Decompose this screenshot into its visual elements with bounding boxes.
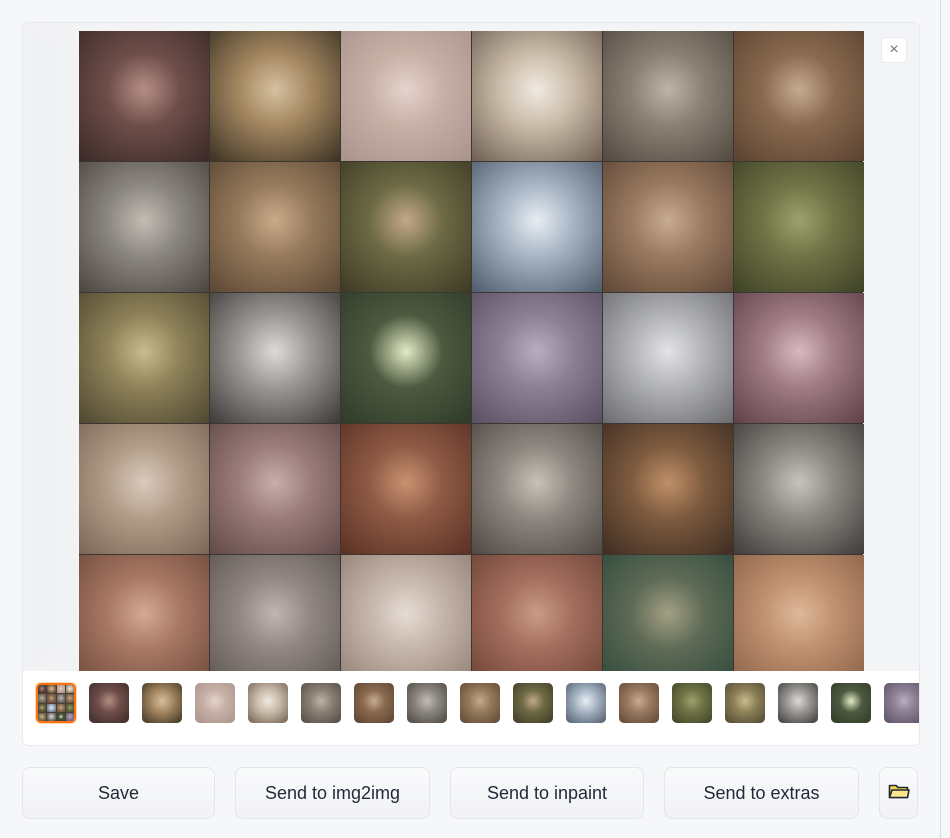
- thumbnail-grid-selected[interactable]: [36, 683, 76, 723]
- thumbnail-mini-tile: [65, 703, 74, 712]
- thumbnail-mini-tile: [47, 694, 56, 703]
- preview-tile: [472, 293, 602, 423]
- thumbnail[interactable]: [672, 683, 712, 723]
- preview-tile: [472, 31, 602, 161]
- thumbnail[interactable]: [725, 683, 765, 723]
- preview-tile: [734, 293, 864, 423]
- thumbnail[interactable]: [884, 683, 919, 723]
- preview-tile: [734, 31, 864, 161]
- save-button-label: Save: [97, 782, 140, 803]
- thumbnail-mini-tile: [65, 712, 74, 721]
- thumbnail[interactable]: [831, 683, 871, 723]
- preview-tile: [210, 293, 340, 423]
- preview-tile: [79, 555, 209, 671]
- preview-tile: [603, 424, 733, 554]
- page-right-divider: [940, 0, 941, 838]
- thumbnail[interactable]: [407, 683, 447, 723]
- close-icon: ×: [889, 41, 899, 58]
- preview-tile: [341, 31, 471, 161]
- thumbnail[interactable]: [354, 683, 394, 723]
- thumbnail[interactable]: [566, 683, 606, 723]
- preview-tile: [210, 555, 340, 671]
- action-buttons: Save Send to img2img Send to inpaint Sen…: [22, 767, 918, 821]
- send-to-img2img-label: Send to img2img: [264, 782, 401, 803]
- thumbnail[interactable]: [248, 683, 288, 723]
- preview-tile: [734, 424, 864, 554]
- thumbnail-mini-tile: [56, 685, 65, 694]
- preview-tile: [472, 555, 602, 671]
- thumbnail[interactable]: [195, 683, 235, 723]
- preview-tile: [79, 31, 209, 161]
- preview-tile: [210, 424, 340, 554]
- send-to-extras-label: Send to extras: [703, 782, 820, 803]
- thumbnail-mini-tile: [47, 703, 56, 712]
- thumbnail-mini-tile: [38, 712, 47, 721]
- preview-tile: [341, 293, 471, 423]
- send-to-inpaint-button[interactable]: Send to inpaint: [450, 767, 644, 819]
- preview-tile: [79, 424, 209, 554]
- save-button[interactable]: Save: [22, 767, 215, 819]
- thumbnail[interactable]: [460, 683, 500, 723]
- preview-tile: [603, 31, 733, 161]
- open-folder-button[interactable]: [879, 767, 918, 819]
- preview-tile: [79, 162, 209, 292]
- thumbnail-mini-tile: [47, 712, 56, 721]
- preview-tile: [734, 162, 864, 292]
- preview-tile: [210, 162, 340, 292]
- preview-tile: [341, 424, 471, 554]
- preview-image-grid: [79, 31, 864, 671]
- thumbnail-mini-tile: [65, 694, 74, 703]
- preview-tile: [603, 293, 733, 423]
- thumbnail[interactable]: [513, 683, 553, 723]
- preview-tile: [341, 555, 471, 671]
- image-gallery: ×: [22, 22, 920, 746]
- thumbnail[interactable]: [142, 683, 182, 723]
- thumbnail[interactable]: [301, 683, 341, 723]
- thumbnail-mini-tile: [56, 694, 65, 703]
- open-folder-icon: [888, 782, 910, 805]
- thumbnail[interactable]: [778, 683, 818, 723]
- preview-tile: [210, 31, 340, 161]
- thumbnail-mini-tile: [65, 685, 74, 694]
- preview-tile: [472, 162, 602, 292]
- thumbnail-mini-tile: [38, 694, 47, 703]
- thumbnail-strip[interactable]: [23, 675, 919, 731]
- thumbnail[interactable]: [619, 683, 659, 723]
- preview-tile: [603, 162, 733, 292]
- preview-tile: [79, 293, 209, 423]
- thumbnail-mini-tile: [56, 712, 65, 721]
- thumbnail-mini-tile: [56, 703, 65, 712]
- thumbnail[interactable]: [89, 683, 129, 723]
- image-preview[interactable]: ×: [23, 23, 919, 671]
- preview-tile: [734, 555, 864, 671]
- preview-tile: [341, 162, 471, 292]
- send-to-inpaint-label: Send to inpaint: [486, 782, 608, 803]
- thumbnail-mini-tile: [47, 685, 56, 694]
- thumbnail-mini-tile: [38, 685, 47, 694]
- send-to-extras-button[interactable]: Send to extras: [664, 767, 859, 819]
- thumbnail-mini-tile: [38, 703, 47, 712]
- close-preview-button[interactable]: ×: [881, 37, 907, 63]
- preview-tile: [603, 555, 733, 671]
- preview-tile: [472, 424, 602, 554]
- send-to-img2img-button[interactable]: Send to img2img: [235, 767, 430, 819]
